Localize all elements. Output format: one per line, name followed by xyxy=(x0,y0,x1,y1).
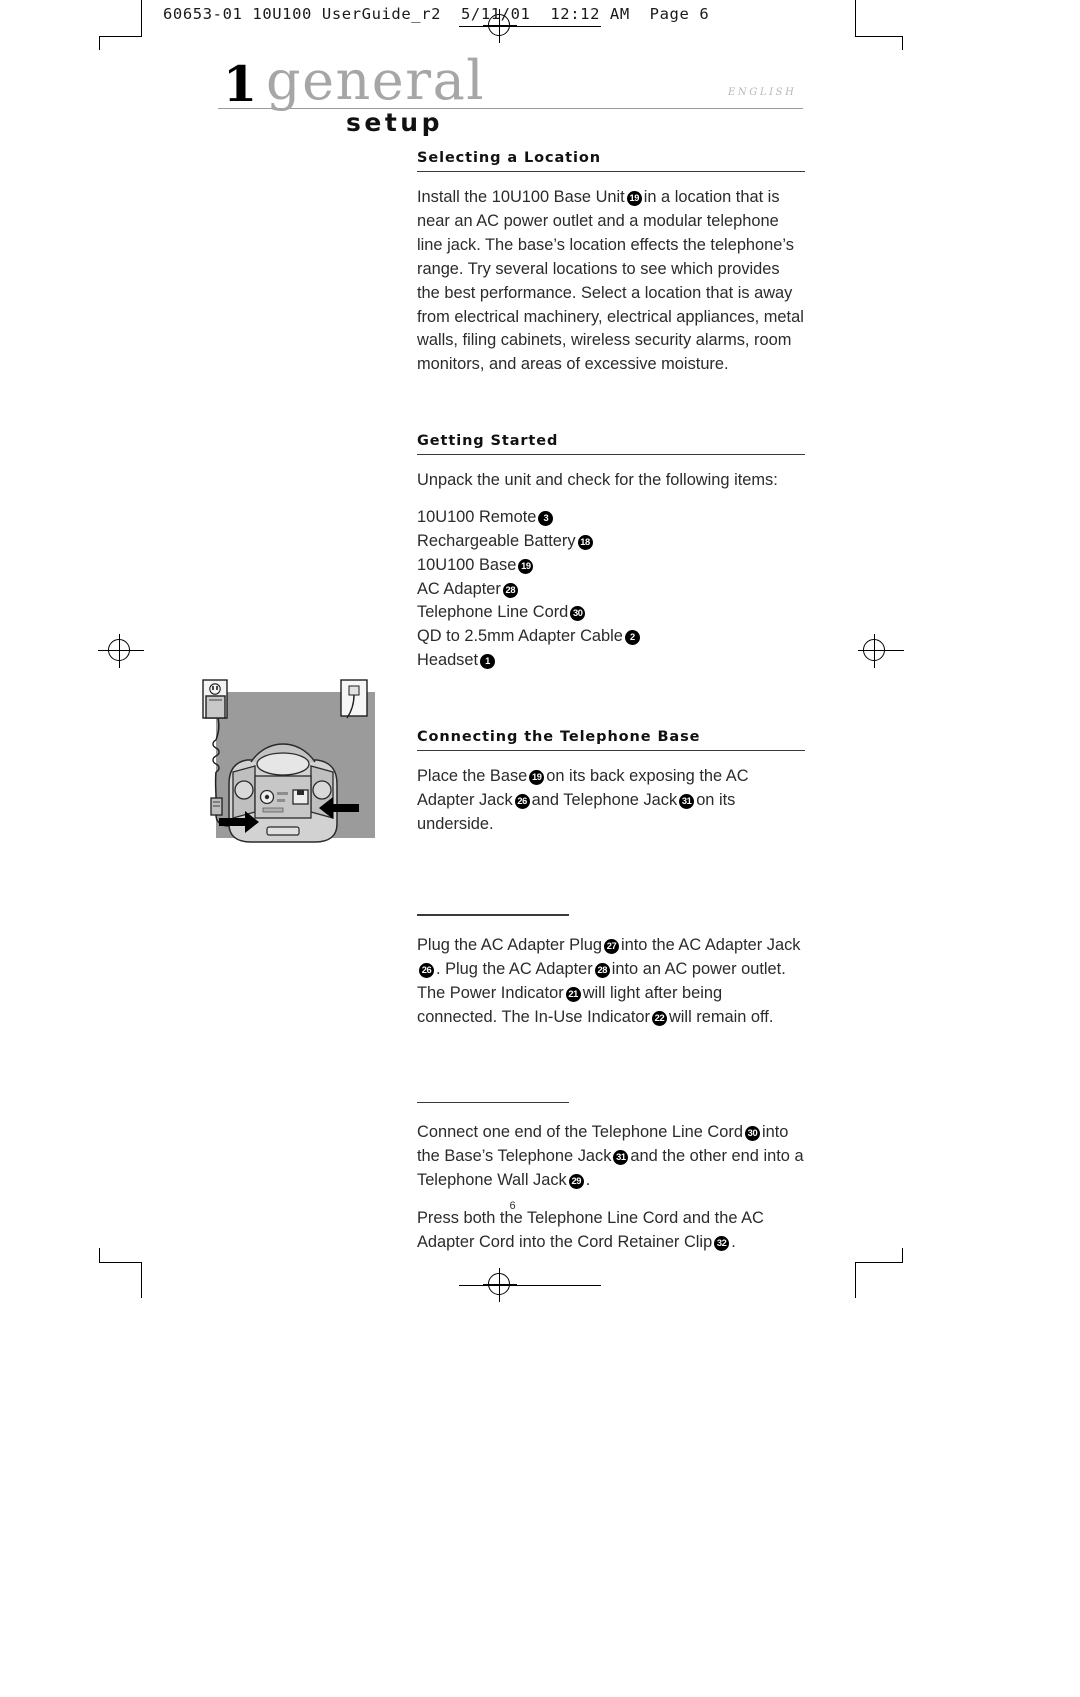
registration-rule-bottom xyxy=(459,1285,601,1286)
paragraph-text: . xyxy=(585,1171,591,1190)
list-item: 10U100 Base 19 xyxy=(417,554,805,578)
registration-mark-right xyxy=(858,634,892,668)
reference-badge: 19 xyxy=(529,769,545,785)
reference-badge: 30 xyxy=(570,606,586,622)
list-item: Headset 1 xyxy=(417,649,805,673)
paragraph-text: Connect one end of the Telephone Line Co… xyxy=(417,1123,743,1142)
crop-mark-bottom-right-v xyxy=(855,1262,856,1298)
section-heading-connecting-the-telephone-base: Connecting the Telephone Base xyxy=(417,729,805,751)
packing-list: 10U100 Remote 3 Rechargeable Battery 18 10… xyxy=(417,506,805,673)
list-item-label: QD to 2.5mm Adapter Cable xyxy=(417,627,623,646)
list-item-label: Telephone Line Cord xyxy=(417,603,569,622)
list-item: Rechargeable Battery 18 xyxy=(417,530,805,554)
list-item-label: 10U100 Base xyxy=(417,555,517,574)
reference-badge: 31 xyxy=(679,793,695,809)
paragraph-text: Plug the AC Adapter Plug xyxy=(417,936,602,955)
paragraph-connect-line-cord: Connect one end of the Telephone Line Co… xyxy=(417,1121,805,1193)
crop-mark-bottom-right-h xyxy=(855,1262,903,1263)
crop-mark-bottom-left-v2 xyxy=(99,1248,100,1262)
reference-badge: 18 xyxy=(577,534,593,550)
paragraph-cord-retainer-clip: Press both the Telephone Line Cord and t… xyxy=(417,1207,805,1255)
telephone-base-illustration xyxy=(189,672,375,850)
crop-mark-bottom-right-v2 xyxy=(902,1248,903,1262)
reference-badge: 22 xyxy=(651,1010,667,1026)
chapter-title: general xyxy=(266,49,486,112)
page-number: 6 xyxy=(509,1200,516,1212)
paragraph-text: Place the Base xyxy=(417,766,528,785)
reference-badge: 26 xyxy=(419,962,434,978)
paragraph-text-a: Install the 10U100 Base Unit xyxy=(417,188,625,206)
list-item: AC Adapter 28 xyxy=(417,578,805,602)
language-label: ENGLISH xyxy=(728,87,797,98)
crop-mark-top-left-v xyxy=(141,0,142,36)
paragraph-plug-ac-adapter: Plug the AC Adapter Plug 27 into the AC Ad… xyxy=(417,934,805,1030)
paragraph-text-b: in a location that is near an AC power o… xyxy=(417,188,804,374)
reference-badge: 26 xyxy=(514,793,530,809)
registration-mark-left xyxy=(103,634,137,668)
registration-rule-top xyxy=(459,26,601,27)
chapter-subtitle: setup xyxy=(346,108,443,137)
paragraph-place-the-base: Place the Base 19 on its back exposing the… xyxy=(417,765,805,837)
paragraph-getting-started-intro: Unpack the unit and check for the follow… xyxy=(417,471,778,490)
paragraph-text: and Telephone Jack xyxy=(531,790,678,809)
crop-mark-top-left-v2 xyxy=(99,36,100,50)
reference-badge: 28 xyxy=(502,582,518,598)
crop-mark-top-right-h xyxy=(855,36,903,37)
crop-mark-bottom-left-v xyxy=(141,1262,142,1298)
reference-badge: 32 xyxy=(714,1235,730,1251)
paragraph-text: . xyxy=(731,1232,736,1251)
reference-badge: 19 xyxy=(626,191,642,206)
paragraph-text: will remain off. xyxy=(668,1007,774,1026)
list-item-label: 10U100 Remote xyxy=(417,508,537,527)
illustration-artwork xyxy=(202,679,368,843)
list-item: 10U100 Remote 3 xyxy=(417,506,805,530)
paragraph-text: . Plug the AC Adapter xyxy=(436,959,593,978)
reference-badge: 1 xyxy=(480,653,496,669)
reference-badge: 29 xyxy=(568,1174,584,1190)
crop-mark-top-left-h xyxy=(99,36,142,37)
reference-badge: 21 xyxy=(565,986,581,1002)
list-item-label: Headset xyxy=(417,650,479,669)
body-column: Selecting a Location Install the 10U100 … xyxy=(417,150,805,1255)
list-item-label: AC Adapter xyxy=(417,579,501,598)
reference-badge: 28 xyxy=(594,962,610,978)
manual-page: 60653-01 10U100 UserGuide_r2 5/11/01 12:… xyxy=(0,0,1080,1697)
reference-badge: 3 xyxy=(538,511,554,527)
crop-mark-top-right-v xyxy=(855,0,856,36)
registration-rule-right xyxy=(858,650,904,651)
crop-mark-bottom-left-h xyxy=(99,1262,142,1263)
registration-rule-left xyxy=(98,650,144,651)
section-heading-getting-started: Getting Started xyxy=(417,433,805,456)
reference-badge: 27 xyxy=(603,939,619,955)
crop-mark-top-right-v2 xyxy=(902,36,903,50)
reference-badge: 2 xyxy=(624,630,640,646)
list-item-label: Rechargeable Battery xyxy=(417,531,576,550)
paragraph-selecting-a-location: Install the 10U100 Base Unit 19 in a locat… xyxy=(417,186,805,377)
print-slug-line: 60653-01 10U100 UserGuide_r2 5/11/01 12:… xyxy=(163,5,710,23)
registration-mark-bottom xyxy=(483,1268,517,1302)
chapter-number: 1 xyxy=(223,55,258,113)
paragraph-text: into the AC Adapter Jack xyxy=(620,936,801,955)
paragraph-text: Press both the Telephone Line Cord and t… xyxy=(417,1208,764,1251)
reference-badge: 30 xyxy=(744,1126,760,1142)
list-item: Telephone Line Cord 30 xyxy=(417,601,805,625)
reference-badge: 31 xyxy=(613,1150,629,1166)
section-heading-selecting-a-location: Selecting a Location xyxy=(417,150,805,172)
chapter-title-block: 1 general setup xyxy=(218,54,818,142)
reference-badge: 19 xyxy=(518,558,534,574)
list-item: QD to 2.5mm Adapter Cable 2 xyxy=(417,625,805,649)
